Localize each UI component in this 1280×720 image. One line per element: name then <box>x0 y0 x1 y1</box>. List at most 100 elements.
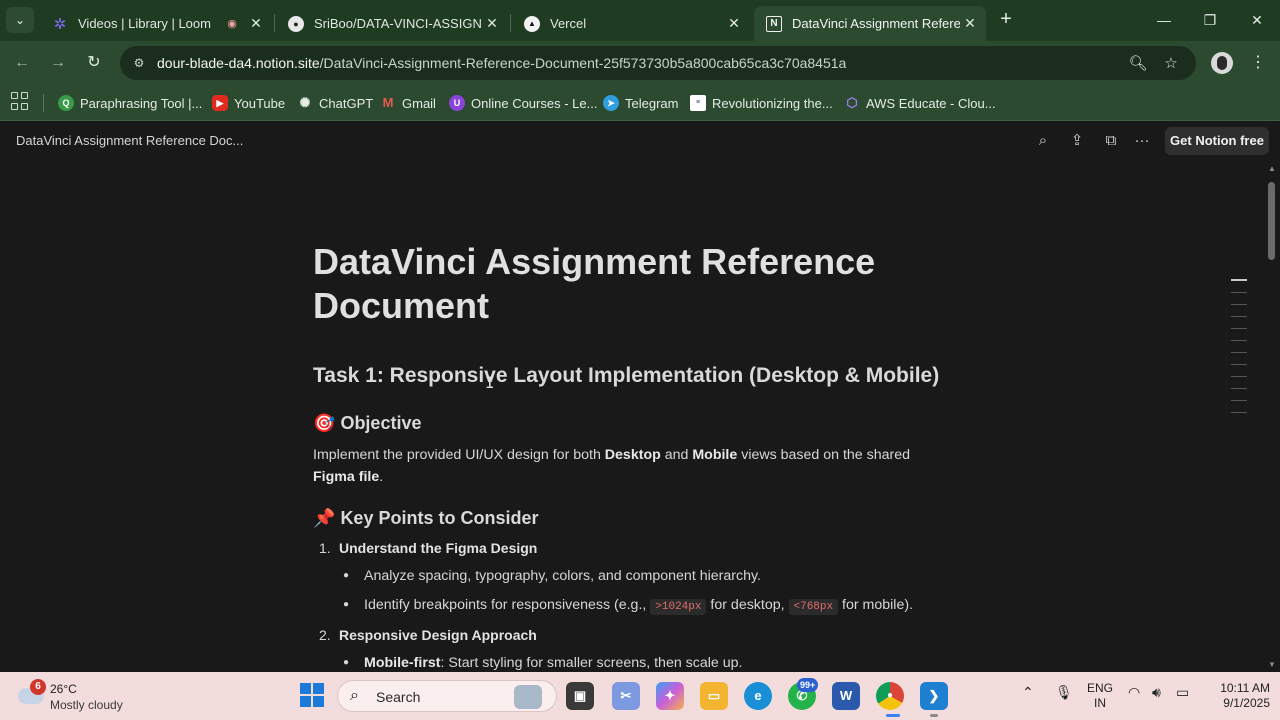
toc-marker[interactable] <box>1231 400 1247 401</box>
file-explorer-icon[interactable]: ▭ <box>700 682 728 710</box>
chrome-icon[interactable]: ● <box>876 682 904 710</box>
edge-icon[interactable]: e <box>744 682 772 710</box>
taskbar-search[interactable]: ⌕ Search <box>337 680 557 712</box>
text-span: and <box>660 447 693 463</box>
page-breadcrumb[interactable]: DataVinci Assignment Reference Doc... <box>16 133 243 148</box>
toc-marker[interactable] <box>1231 292 1247 293</box>
bookmark-revolutionizing[interactable]: ≡ Revolutionizing the... <box>690 91 833 115</box>
toc-marker[interactable] <box>1231 412 1247 413</box>
bullet-item[interactable]: ● Identify breakpoints for responsiveness… <box>343 597 913 615</box>
vscode-running-indicator <box>930 714 938 717</box>
search-highlight-icon <box>514 685 542 709</box>
scroll-up-icon[interactable]: ▲ <box>1266 164 1278 173</box>
inline-code: >1024px <box>650 599 707 615</box>
bookmark-paraphrasing-tool[interactable]: Q Paraphrasing Tool |... <box>58 91 202 115</box>
task-view-icon[interactable]: ▣ <box>566 682 594 710</box>
close-window-button[interactable]: ✕ <box>1234 8 1280 32</box>
close-tab-icon[interactable]: ✕ <box>482 15 502 32</box>
whatsapp-notification-badge: 99+ <box>797 678 819 692</box>
bookmark-aws-educate[interactable]: ⬡ AWS Educate - Clou... <box>844 91 995 115</box>
reload-button[interactable]: ↻ <box>82 51 106 75</box>
profile-avatar[interactable] <box>1211 52 1233 74</box>
toc-marker[interactable] <box>1231 328 1247 329</box>
browser-tab-bar: ⌄ ✲ Videos | Library | Loom ◉ ✕ ● SriBoo… <box>0 0 1280 41</box>
battery-icon[interactable]: ▭ <box>1176 684 1189 701</box>
snipping-tool-icon[interactable]: ✂ <box>612 682 640 710</box>
microphone-icon[interactable]: 🎙︎ <box>1055 684 1073 701</box>
zoom-icon[interactable]: 🔍︎ <box>1128 54 1148 74</box>
objective-heading[interactable]: 🎯 Objective <box>313 413 421 434</box>
close-tab-icon[interactable]: ✕ <box>246 15 266 32</box>
page-title[interactable]: DataVinci Assignment Reference Document <box>313 240 943 328</box>
bookmark-chatgpt[interactable]: ✺ ChatGPT <box>297 91 374 115</box>
wifi-icon[interactable]: ◠ <box>1128 684 1140 701</box>
bookmark-youtube[interactable]: ▶ YouTube <box>212 91 285 115</box>
tab-title: SriBoo/DATA-VINCI-ASSIGNMENT <box>314 16 482 31</box>
browser-menu-icon[interactable]: ⋮ <box>1248 51 1268 75</box>
region-code: IN <box>1094 696 1106 710</box>
toc-marker[interactable] <box>1231 340 1247 341</box>
back-button[interactable]: ← <box>10 51 34 75</box>
more-options-icon[interactable]: ··· <box>1131 130 1153 152</box>
input-language[interactable]: ENG IN <box>1087 681 1113 711</box>
forward-button[interactable]: → <box>46 51 70 75</box>
bullet-item[interactable]: ● Analyze spacing, typography, colors, an… <box>343 568 761 584</box>
toc-marker[interactable] <box>1231 364 1247 365</box>
toc-marker[interactable] <box>1231 376 1247 377</box>
youtube-icon: ▶ <box>212 95 228 111</box>
volume-icon[interactable]: 🔊︎ <box>1152 684 1161 701</box>
tab-search-menu-button[interactable]: ⌄ <box>6 7 34 33</box>
scroll-down-icon[interactable]: ▼ <box>1266 660 1278 669</box>
restore-button[interactable]: ❐ <box>1187 8 1233 32</box>
scrollbar-thumb[interactable] <box>1268 182 1275 260</box>
search-icon[interactable]: ⌕ <box>1032 130 1054 152</box>
numbered-item-1[interactable]: 1. Understand the Figma Design <box>319 540 537 556</box>
bullet-item[interactable]: ● Mobile-first: Start styling for smaller… <box>343 655 742 671</box>
tab-loom[interactable]: ✲ Videos | Library | Loom ◉ ✕ <box>40 6 272 41</box>
toc-marker[interactable] <box>1231 279 1247 281</box>
bookmark-gmail[interactable]: M Gmail <box>380 91 436 115</box>
close-tab-icon[interactable]: ✕ <box>724 15 744 32</box>
minimize-button[interactable]: — <box>1141 8 1187 32</box>
new-tab-button[interactable]: + <box>994 8 1018 32</box>
github-icon: ● <box>288 15 304 32</box>
objective-paragraph[interactable]: Implement the provided UI/UX design for … <box>313 444 933 488</box>
key-points-heading[interactable]: 📌 Key Points to Consider <box>313 508 538 529</box>
bookmark-online-courses[interactable]: U Online Courses - Le... <box>449 91 597 115</box>
table-of-contents-outline[interactable] <box>1231 279 1247 424</box>
chrome-active-indicator <box>886 714 900 717</box>
bookmark-label: Paraphrasing Tool |... <box>80 95 203 111</box>
toc-marker[interactable] <box>1231 304 1247 305</box>
show-hidden-icons-icon[interactable]: ⌃ <box>1022 684 1034 701</box>
toc-marker[interactable] <box>1231 388 1247 389</box>
vscode-icon[interactable]: ❯ <box>920 682 948 710</box>
tab-github[interactable]: ● SriBoo/DATA-VINCI-ASSIGNMENT ✕ <box>276 6 508 41</box>
icon-glyph: ✦ <box>664 688 676 703</box>
url-text[interactable]: dour-blade-da4.notion.site/DataVinci-Ass… <box>157 55 846 71</box>
page-scrollbar[interactable]: ▲ ▼ <box>1264 160 1280 672</box>
tab-vercel[interactable]: ▲ Vercel ✕ <box>512 6 750 41</box>
objective-heading-text: Objective <box>340 413 422 433</box>
weather-badge: 6 <box>30 679 46 695</box>
duplicate-icon[interactable]: ⧉ <box>1100 130 1122 152</box>
apps-grid-icon[interactable] <box>11 92 29 110</box>
browser-toolbar: ← → ↻ ⚙ dour-blade-da4.notion.site/DataV… <box>0 41 1280 85</box>
tab-notion-active[interactable]: N DataVinci Assignment Reference Documen… <box>754 6 986 41</box>
bookmark-star-icon[interactable]: ☆ <box>1161 54 1181 74</box>
word-icon[interactable]: W <box>832 682 860 710</box>
bookmark-telegram[interactable]: ➤ Telegram <box>603 91 678 115</box>
windows-start-icon[interactable] <box>300 683 324 707</box>
toc-marker[interactable] <box>1231 316 1247 317</box>
numbered-item-2[interactable]: 2. Responsive Design Approach <box>319 627 537 643</box>
task-heading[interactable]: Task 1: Responsive Layout Implementation… <box>313 364 939 388</box>
share-icon[interactable]: ⇪ <box>1066 130 1088 152</box>
copilot-icon[interactable]: ✦ <box>656 682 684 710</box>
address-bar[interactable]: ⚙ dour-blade-da4.notion.site/DataVinci-A… <box>120 46 1196 80</box>
system-clock[interactable]: 10:11 AM 9/1/2025 <box>1200 681 1270 711</box>
bold-span: Desktop <box>604 447 661 463</box>
weather-widget[interactable]: 6 26°C Mostly cloudy <box>16 679 136 715</box>
close-tab-icon[interactable]: ✕ <box>960 15 980 32</box>
get-notion-free-button[interactable]: Get Notion free <box>1165 127 1269 155</box>
toc-marker[interactable] <box>1231 352 1247 353</box>
site-settings-icon[interactable]: ⚙ <box>130 54 148 72</box>
